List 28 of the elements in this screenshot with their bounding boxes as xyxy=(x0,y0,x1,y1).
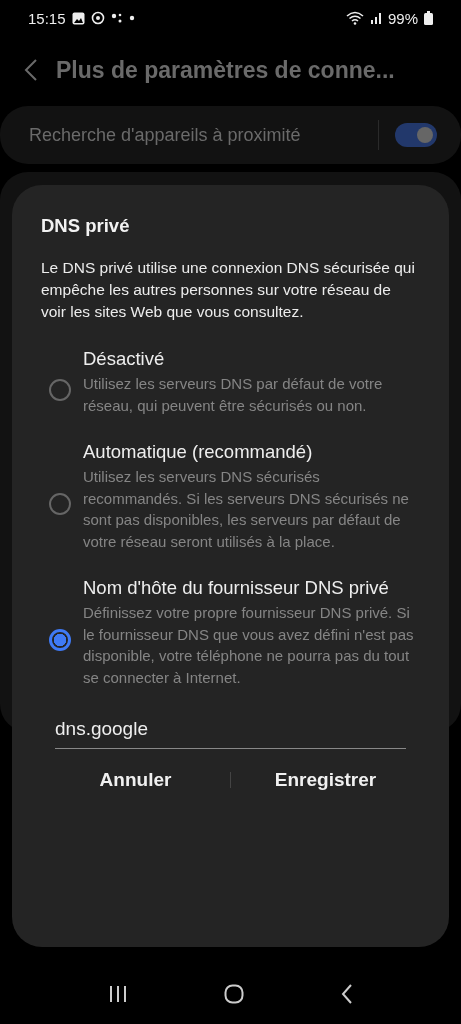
radio-button[interactable] xyxy=(49,378,71,401)
option-description: Utilisez les serveurs DNS sécurisés recommandés. Si les serveurs DNS sécurisés ne sont pas disponibles, les serveurs par défaut de votre réseau seront utilisés à la place. xyxy=(83,467,410,552)
cancel-button[interactable]: Annuler xyxy=(41,755,230,805)
setting-label: Recherche d'appareils à proximité xyxy=(29,124,302,146)
option-title[interactable]: Désactivé xyxy=(83,345,420,373)
dialog-title: DNS privé xyxy=(41,215,131,237)
battery-percent: 99% xyxy=(387,9,418,27)
circle-icon xyxy=(90,11,105,25)
radio-button[interactable] xyxy=(49,629,71,651)
save-button[interactable]: Enregistrer xyxy=(231,755,420,805)
dialog-description: Le DNS privé utilise une connexion DNS sécurisée qui empêche les autres personnes sur votre réseau de voir les sites Web que vous consultez. xyxy=(41,258,416,322)
image-icon xyxy=(71,11,85,25)
option-description: Définissez votre propre fournisseur DNS privé. Si le fournisseur DNS que vous avez défini n'est pas disponible, votre téléphone ne pourra pas du tout se connecter à Internet. xyxy=(83,603,415,688)
hostname-field[interactable]: dns.google xyxy=(55,714,406,749)
wifi-icon xyxy=(345,11,364,25)
toggle-switch[interactable] xyxy=(395,123,437,147)
signal-icon xyxy=(369,12,382,24)
option-title[interactable]: Automatique (recommandé) xyxy=(83,438,420,466)
recent-apps-icon[interactable] xyxy=(108,985,129,1003)
option-description: Utilisez les serveurs DNS par défaut de votre réseau, qui peuvent être sécurisés ou non. xyxy=(83,374,384,416)
page-title: Plus de paramètres de conne... xyxy=(56,56,395,84)
dots-icon xyxy=(110,12,123,24)
dot-icon xyxy=(128,15,135,21)
status-time: 15:15 xyxy=(28,9,66,27)
battery-icon xyxy=(424,11,433,25)
home-icon[interactable] xyxy=(224,984,245,1004)
radio-button[interactable] xyxy=(49,493,71,515)
option-title[interactable]: Nom d'hôte du fournisseur DNS privé xyxy=(83,574,420,602)
